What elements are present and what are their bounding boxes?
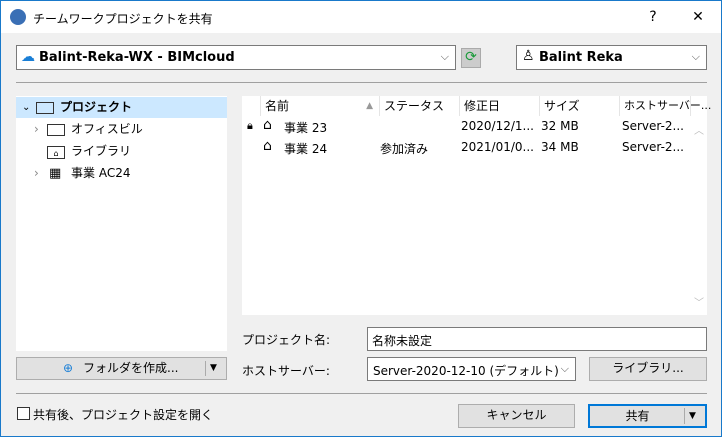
refresh-button[interactable]: ⟳ — [461, 48, 481, 68]
tree-item-project[interactable]: ⌄ プロジェクト — [16, 97, 227, 118]
column-name[interactable]: 名前 ▲ — [261, 96, 380, 116]
scroll-up-icon: ︿ — [694, 126, 704, 137]
column-label: ステータス — [384, 99, 445, 113]
chevron-down-icon: ⌄ — [22, 102, 31, 113]
dropdown-arrow-icon[interactable]: ▼ — [689, 406, 696, 426]
cell-date: 2020/12/1... — [461, 119, 534, 133]
tree-label: オフィスビル — [71, 122, 143, 136]
help-button[interactable]: ? — [631, 1, 675, 33]
create-folder-button[interactable]: ⊕ フォルダを作成... ▼ — [16, 357, 227, 380]
column-label: ホストサーバー... — [624, 99, 712, 112]
sort-asc-icon: ▲ — [366, 101, 373, 111]
host-server-select[interactable]: Server-2020-12-10 (デフォルト) ⌵ — [367, 357, 576, 381]
create-folder-label: フォルダを作成... — [83, 361, 179, 375]
chevron-right-icon: › — [34, 166, 39, 180]
joined-project-icon: ⌂ — [263, 138, 272, 154]
refresh-icon: ⟳ — [465, 49, 477, 65]
host-server-value: Server-2020-12-10 (デフォルト) — [373, 364, 559, 378]
cell-date: 2021/01/0... — [461, 140, 534, 154]
user-select[interactable]: ♙ Balint Reka ⌵ — [516, 45, 707, 70]
column-size[interactable]: サイズ — [540, 96, 620, 116]
divider — [16, 393, 707, 394]
server-label: Balint-Reka-WX - BIMcloud — [39, 50, 235, 65]
header-spacer — [242, 96, 261, 116]
tree-item-library[interactable]: ⌂ ライブラリ — [16, 141, 227, 162]
split-divider — [205, 361, 206, 376]
project-name-value: 名称未設定 — [372, 334, 433, 348]
chevron-down-icon: ⌵ — [560, 362, 569, 375]
cell-size: 32 MB — [541, 119, 579, 133]
user-label: Balint Reka — [539, 50, 623, 65]
cloud-icon: ☁ — [21, 49, 35, 65]
host-server-label: ホストサーバー: — [242, 364, 330, 378]
lock-icon: 🔒︎ — [247, 119, 253, 132]
library-folder-icon: ⌂ — [47, 146, 65, 159]
folder-icon — [47, 124, 65, 136]
cell-name: 事業 24 — [284, 142, 328, 156]
scroll-down-icon: ﹀ — [694, 298, 704, 309]
table-row[interactable]: 🔒︎ ⌂ 事業 23 2020/12/1... 32 MB Server-2..… — [242, 116, 691, 137]
dropdown-arrow-icon[interactable]: ▼ — [210, 358, 217, 379]
cell-status: 参加済み — [380, 142, 429, 156]
user-icon: ♙ — [522, 48, 535, 64]
share-button[interactable]: 共有 ▼ — [588, 404, 707, 428]
cell-name: 事業 23 — [284, 121, 328, 135]
split-divider — [684, 408, 685, 424]
building-icon: ▦ — [49, 166, 62, 181]
chevron-down-icon: ⌵ — [440, 50, 449, 63]
column-label: サイズ — [544, 99, 580, 113]
tree-item-office[interactable]: › オフィスビル — [16, 119, 227, 140]
title-bar: チームワークプロジェクトを共有 ? ✕ — [1, 1, 721, 33]
project-name-input[interactable]: 名称未設定 — [367, 327, 707, 351]
close-button[interactable]: ✕ — [676, 1, 720, 33]
cell-host: Server-2... — [622, 119, 684, 133]
column-status[interactable]: ステータス — [380, 96, 460, 116]
project-icon: ⌂ — [263, 117, 272, 133]
new-folder-icon: ⊕ — [63, 361, 74, 375]
tree-label: 事業 AC24 — [71, 166, 131, 180]
cell-size: 34 MB — [541, 140, 579, 154]
table-row[interactable]: ⌂ 事業 24 参加済み 2021/01/0... 34 MB Server-2… — [242, 137, 691, 158]
column-date[interactable]: 修正日 — [460, 96, 540, 116]
open-settings-checkbox[interactable] — [17, 407, 30, 420]
cell-host: Server-2... — [622, 140, 684, 154]
open-settings-label: 共有後、プロジェクト設定を開く — [33, 408, 214, 422]
folder-tree[interactable]: ⌄ プロジェクト › オフィスビル ⌂ ライブラリ › ▦ 事業 AC24 — [16, 96, 227, 351]
divider — [16, 82, 707, 83]
library-button[interactable]: ライブラリ... — [589, 357, 707, 381]
tree-label: プロジェクト — [60, 100, 133, 114]
chevron-down-icon: ⌵ — [691, 50, 700, 63]
tree-label: ライブラリ — [71, 144, 132, 158]
archicad-logo-icon — [10, 9, 26, 25]
share-label: 共有 — [625, 409, 650, 423]
column-host[interactable]: ホストサーバー... — [620, 96, 711, 116]
chevron-right-icon: › — [34, 122, 39, 136]
column-label: 修正日 — [464, 99, 501, 113]
column-label: 名前 — [265, 99, 290, 113]
cancel-button[interactable]: キャンセル — [458, 404, 575, 428]
project-name-label: プロジェクト名: — [242, 333, 331, 347]
server-select[interactable]: ☁ Balint-Reka-WX - BIMcloud ⌵ — [16, 45, 456, 70]
share-teamwork-dialog: チームワークプロジェクトを共有 ? ✕ ☁ Balint-Reka-WX - B… — [0, 0, 722, 437]
window-title: チームワークプロジェクトを共有 — [33, 12, 213, 26]
tree-item-ac24[interactable]: › ▦ 事業 AC24 — [16, 163, 227, 184]
project-list[interactable]: 名前 ▲ ステータス 修正日 サイズ ホストサーバー... ︿ ﹀ 🔒︎ ⌂ 事業… — [242, 96, 711, 315]
folder-icon — [36, 102, 54, 114]
scrollbar[interactable]: ︿ ﹀ — [691, 116, 707, 315]
